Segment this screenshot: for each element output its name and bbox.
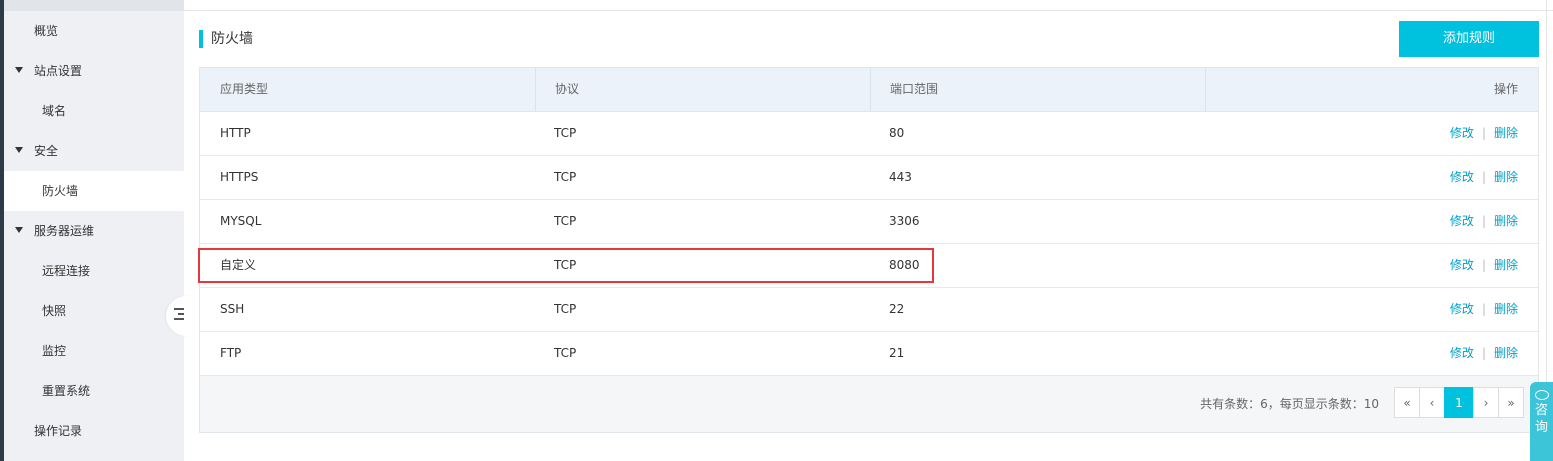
sidebar-item-remote-connect[interactable]: 远程连接 (4, 251, 184, 291)
delete-link[interactable]: 删除 (1494, 170, 1518, 184)
action-separator: | (1481, 258, 1486, 272)
last-page-button[interactable]: » (1498, 387, 1524, 418)
column-divider (1205, 68, 1206, 111)
header-protocol: 协议 (555, 82, 580, 96)
row-actions: 修改 | 删除 (1450, 156, 1518, 199)
row-actions: 修改 | 删除 (1450, 288, 1518, 331)
page-title: 防火墙 (211, 31, 253, 47)
caret-down-icon (15, 227, 23, 233)
edit-link[interactable]: 修改 (1450, 258, 1474, 272)
sidebar-item-snapshot[interactable]: 快照 (4, 291, 184, 331)
action-separator: | (1481, 214, 1486, 228)
sidebar-item-label: 概览 (34, 24, 59, 38)
row-actions: 修改 | 删除 (1450, 200, 1518, 243)
sidebar-item-overview[interactable]: 概览 (4, 11, 184, 51)
edit-link[interactable]: 修改 (1450, 214, 1474, 228)
table-row: FTP TCP 21 修改 | 删除 (200, 332, 1538, 376)
edit-link[interactable]: 修改 (1450, 346, 1474, 360)
sidebar-item-domain[interactable]: 域名 (4, 91, 184, 131)
cell-port: 22 (889, 302, 905, 316)
sidebar-item-site-settings[interactable]: 站点设置 (4, 51, 184, 91)
header-port-range: 端口范围 (890, 82, 939, 96)
add-rule-button[interactable]: 添加规则 (1399, 21, 1539, 57)
column-divider (535, 68, 536, 111)
edit-link[interactable]: 修改 (1450, 126, 1474, 140)
sidebar-item-label: 监控 (42, 344, 67, 358)
action-separator: | (1481, 302, 1486, 316)
sidebar-item-operation-log[interactable]: 操作记录 (4, 411, 184, 451)
table-row: HTTPS TCP 443 修改 | 删除 (200, 156, 1538, 200)
caret-down-icon (15, 147, 23, 153)
row-actions: 修改 | 删除 (1450, 244, 1518, 287)
cell-app-type: HTTP (220, 126, 251, 140)
title-accent-bar (199, 30, 203, 48)
cell-app-type: FTP (220, 346, 242, 360)
table-row: MYSQL TCP 3306 修改 | 删除 (200, 200, 1538, 244)
sidebar-item-label: 远程连接 (42, 264, 91, 278)
table-row: SSH TCP 22 修改 | 删除 (200, 288, 1538, 332)
sidebar: 概览 站点设置 域名 安全 防火墙 服务器运维 远程连接 快照 监控 重置系统 … (4, 0, 184, 461)
sidebar-item-security[interactable]: 安全 (4, 131, 184, 171)
row-actions: 修改 | 删除 (1450, 112, 1518, 155)
consult-label: 咨询 (1534, 403, 1548, 435)
caret-down-icon (15, 67, 23, 73)
sidebar-top-stub (4, 0, 184, 11)
pagination-info: 共有条数：6，每页显示条数：10 (1200, 397, 1379, 411)
sidebar-item-server-ops[interactable]: 服务器运维 (4, 211, 184, 251)
cell-port: 443 (889, 170, 912, 184)
action-separator: | (1481, 126, 1486, 140)
cell-protocol: TCP (554, 346, 577, 360)
highlight-annotation-box (198, 248, 934, 283)
cell-protocol: TCP (554, 170, 577, 184)
prev-page-button[interactable]: ‹ (1419, 387, 1445, 418)
edit-link[interactable]: 修改 (1450, 302, 1474, 316)
cell-app-type: MYSQL (220, 214, 262, 228)
chat-icon (1534, 390, 1549, 400)
action-separator: | (1481, 170, 1486, 184)
cell-port: 3306 (889, 214, 920, 228)
sidebar-item-label: 站点设置 (34, 64, 83, 78)
sidebar-item-label: 快照 (42, 304, 67, 318)
cell-protocol: TCP (554, 214, 577, 228)
sidebar-item-label: 防火墙 (42, 184, 79, 198)
sidebar-item-reset-system[interactable]: 重置系统 (4, 371, 184, 411)
table-row: HTTP TCP 80 修改 | 删除 (200, 112, 1538, 156)
sidebar-item-firewall[interactable]: 防火墙 (4, 171, 184, 211)
delete-link[interactable]: 删除 (1494, 258, 1518, 272)
sidebar-item-label: 服务器运维 (34, 224, 95, 238)
column-divider (870, 68, 871, 111)
sidebar-item-label: 操作记录 (34, 424, 83, 438)
delete-link[interactable]: 删除 (1494, 126, 1518, 140)
consult-widget[interactable]: 咨询 (1530, 382, 1553, 461)
top-divider (184, 10, 1553, 11)
action-separator: | (1481, 346, 1486, 360)
sidebar-item-monitor[interactable]: 监控 (4, 331, 184, 371)
cell-port: 21 (889, 346, 905, 360)
next-page-button[interactable]: › (1473, 387, 1499, 418)
cell-protocol: TCP (554, 126, 577, 140)
first-page-button[interactable]: « (1394, 387, 1420, 418)
table-footer: 共有条数：6，每页显示条数：10 « ‹ 1 › » (200, 376, 1538, 432)
delete-link[interactable]: 删除 (1494, 214, 1518, 228)
collapse-sidebar-icon (174, 308, 184, 323)
header-actions: 操作 (1493, 82, 1518, 96)
cell-app-type: SSH (220, 302, 245, 316)
cell-app-type: HTTPS (220, 170, 259, 184)
header-app-type: 应用类型 (220, 82, 269, 96)
delete-link[interactable]: 删除 (1494, 302, 1518, 316)
table-header: 应用类型 协议 端口范围 操作 (200, 68, 1538, 112)
row-actions: 修改 | 删除 (1450, 332, 1518, 375)
cell-port: 80 (889, 126, 905, 140)
pagination: « ‹ 1 › » (1394, 387, 1524, 419)
sidebar-item-label: 重置系统 (42, 384, 91, 398)
sidebar-item-label: 域名 (42, 104, 67, 118)
sidebar-item-label: 安全 (34, 144, 59, 158)
delete-link[interactable]: 删除 (1494, 346, 1518, 360)
cell-protocol: TCP (554, 302, 577, 316)
edit-link[interactable]: 修改 (1450, 170, 1474, 184)
current-page-button[interactable]: 1 (1444, 387, 1474, 418)
